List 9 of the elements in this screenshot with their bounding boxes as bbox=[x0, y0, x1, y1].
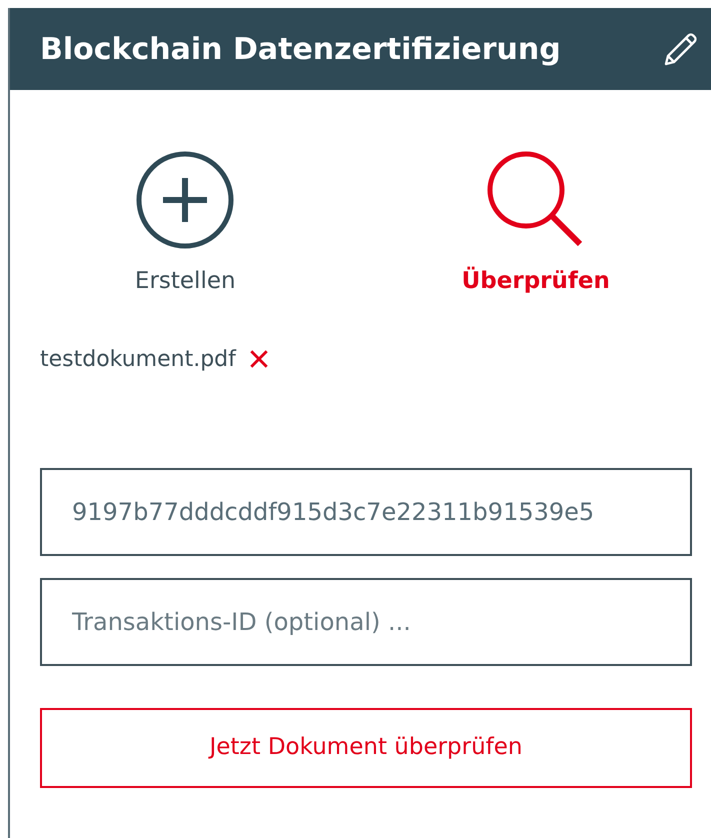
input-field[interactable]: 9197b77dddcddf915d3c7e22311b91539e5 bbox=[40, 468, 692, 556]
mode-tab[interactable]: Überprüfen bbox=[360, 150, 711, 298]
input-field[interactable]: Transaktions-ID (optional) ... bbox=[40, 578, 692, 666]
verify-button[interactable]: Jetzt Dokument überprüfen bbox=[40, 708, 692, 788]
file-name: testdokument.pdf bbox=[40, 346, 236, 374]
remove-icon[interactable] bbox=[248, 348, 270, 370]
header-title: Blockchain Datenzertifizierung bbox=[40, 30, 561, 68]
mode-tab[interactable]: Erstellen bbox=[10, 150, 360, 298]
plus-circle-icon bbox=[135, 150, 236, 250]
